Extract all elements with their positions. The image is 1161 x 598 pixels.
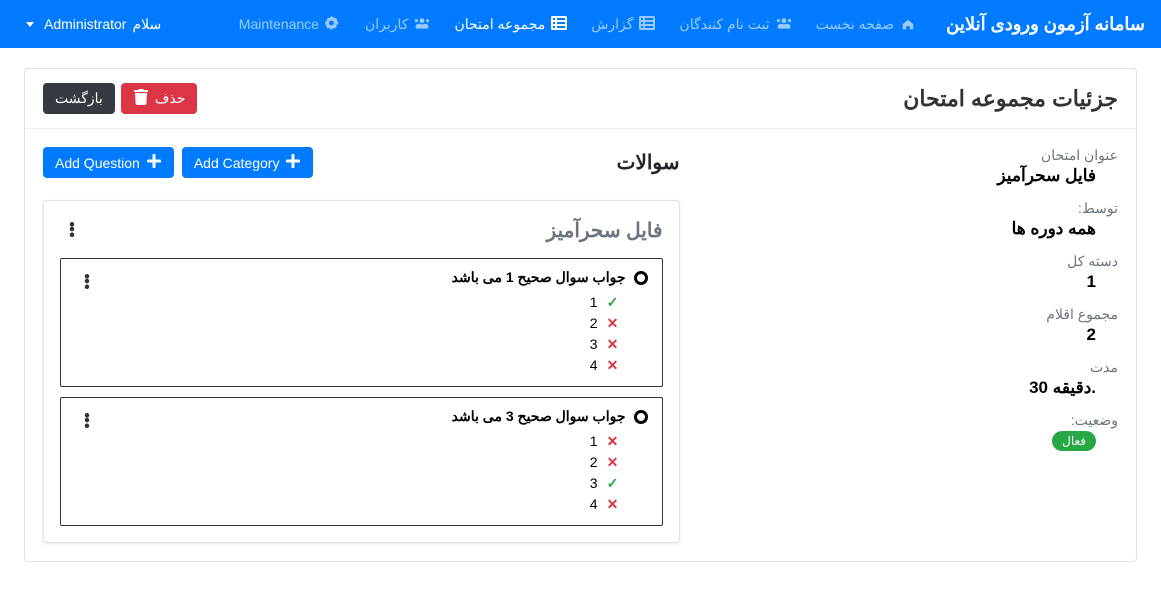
cross-icon: ✕ — [606, 355, 620, 376]
total-cat-value: 1 — [710, 272, 1119, 292]
option-number: 1 — [590, 292, 598, 313]
caret-down-icon — [26, 22, 34, 27]
nav-links: صفحه نخست ثبت نام کنندگان گزارش مجموعه ا… — [171, 7, 926, 42]
users-icon — [414, 15, 430, 34]
add-category-button[interactable]: Add Category — [182, 147, 314, 178]
nav-home[interactable]: صفحه نخست — [806, 7, 927, 42]
nav-label: ثبت نام کنندگان — [679, 16, 769, 33]
nav-label: گزارش — [591, 16, 633, 33]
status-label: وضعیت: — [710, 412, 1119, 429]
question-text: جواب سوال صحیح 1 می باشد — [452, 269, 626, 286]
total-cat-label: دسته کل — [710, 253, 1119, 270]
nav-label: Maintenance — [239, 16, 319, 32]
user-name: Administrator — [44, 16, 126, 32]
option-row: ✓3 — [99, 473, 620, 494]
check-icon: ✓ — [606, 292, 620, 313]
question-title: جواب سوال صحیح 1 می باشد — [99, 269, 648, 286]
question-text: جواب سوال صحیح 3 می باشد — [452, 408, 626, 425]
nav-label: کاربران — [365, 16, 408, 33]
option-row: ✕2 — [99, 452, 620, 473]
option-number: 4 — [590, 494, 598, 515]
option-number: 1 — [590, 431, 598, 452]
question-menu-button[interactable] — [75, 408, 99, 435]
option-number: 4 — [590, 355, 598, 376]
category-title: فایل سحرآمیز — [547, 218, 663, 243]
by-label: توسط: — [710, 200, 1119, 217]
duration-value: .دقیقه 30 — [710, 378, 1119, 398]
check-icon: ✓ — [606, 473, 620, 494]
option-row: ✓1 — [99, 292, 620, 313]
brand-title[interactable]: سامانه آزمون ورودی آنلاین — [946, 14, 1145, 35]
add-question-label: Add Question — [55, 155, 140, 171]
nav-maintenance[interactable]: Maintenance — [229, 7, 351, 42]
delete-label: حذف — [155, 90, 186, 107]
plus-icon — [285, 153, 301, 172]
status-badge: فعال — [1052, 431, 1096, 451]
bullet-icon — [634, 410, 648, 424]
question-title: جواب سوال صحیح 3 می باشد — [99, 408, 648, 425]
by-value: همه دوره ها — [710, 219, 1119, 239]
question-card: جواب سوال صحیح 1 می باشد✓1✕2✕3✕4 — [60, 258, 663, 387]
question-menu-button[interactable] — [75, 269, 99, 296]
question-list: جواب سوال صحیح 1 می باشد✓1✕2✕3✕4جواب سوا… — [60, 258, 663, 526]
category-card: فایل سحرآمیز جواب سوال صحیح 1 می باشد✓1✕… — [43, 200, 680, 543]
trash-icon — [133, 89, 149, 108]
cross-icon: ✕ — [606, 431, 620, 452]
option-row: ✕1 — [99, 431, 620, 452]
details-column: عنوان امتحان فایل سحرآمیز توسط: همه دوره ه… — [710, 147, 1119, 543]
option-row: ✕4 — [99, 494, 620, 515]
cross-icon: ✕ — [606, 494, 620, 515]
delete-button[interactable]: حذف — [121, 83, 198, 114]
option-number: 3 — [590, 334, 598, 355]
questions-heading: سوالات — [617, 150, 680, 175]
questions-column: سوالات Add Category Add Question — [43, 147, 680, 543]
back-button[interactable]: بازگشت — [43, 83, 115, 114]
users-icon — [776, 15, 792, 34]
total-items-label: مجموع اقلام — [710, 306, 1119, 323]
option-row: ✕4 — [99, 355, 620, 376]
top-navbar: سامانه آزمون ورودی آنلاین صفحه نخست ثبت … — [0, 0, 1161, 48]
option-row: ✕2 — [99, 313, 620, 334]
main-card: جزئیات مجموعه امتحان حذف بازگشت عنوان ام… — [24, 68, 1137, 562]
option-number: 2 — [590, 452, 598, 473]
cross-icon: ✕ — [606, 452, 620, 473]
add-question-button[interactable]: Add Question — [43, 147, 174, 178]
category-menu-button[interactable] — [60, 217, 84, 244]
title-value: فایل سحرآمیز — [710, 166, 1119, 186]
nav-report[interactable]: گزارش — [581, 7, 665, 42]
plus-icon — [146, 153, 162, 172]
gears-icon — [325, 15, 341, 34]
cross-icon: ✕ — [606, 334, 620, 355]
card-header: جزئیات مجموعه امتحان حذف بازگشت — [25, 69, 1136, 129]
user-menu[interactable]: سلام Administrator — [16, 8, 171, 41]
title-label: عنوان امتحان — [710, 147, 1119, 164]
question-card: جواب سوال صحیح 3 می باشد✕1✕2✓3✕4 — [60, 397, 663, 526]
total-items-value: 2 — [710, 325, 1119, 345]
option-number: 3 — [590, 473, 598, 494]
add-category-label: Add Category — [194, 155, 280, 171]
user-greeting: سلام — [132, 16, 161, 33]
duration-label: مدت — [710, 359, 1119, 376]
option-number: 2 — [590, 313, 598, 334]
nav-registrants[interactable]: ثبت نام کنندگان — [669, 7, 801, 42]
nav-label: صفحه نخست — [816, 16, 895, 33]
nav-users[interactable]: کاربران — [355, 7, 440, 42]
cross-icon: ✕ — [606, 313, 620, 334]
nav-exam-set[interactable]: مجموعه امتحان — [444, 7, 577, 42]
bullet-icon — [634, 271, 648, 285]
page-title: جزئیات مجموعه امتحان — [903, 86, 1118, 112]
list-icon — [551, 15, 567, 34]
nav-label: مجموعه امتحان — [454, 16, 545, 33]
home-icon — [900, 15, 916, 34]
list-icon — [639, 15, 655, 34]
option-row: ✕3 — [99, 334, 620, 355]
